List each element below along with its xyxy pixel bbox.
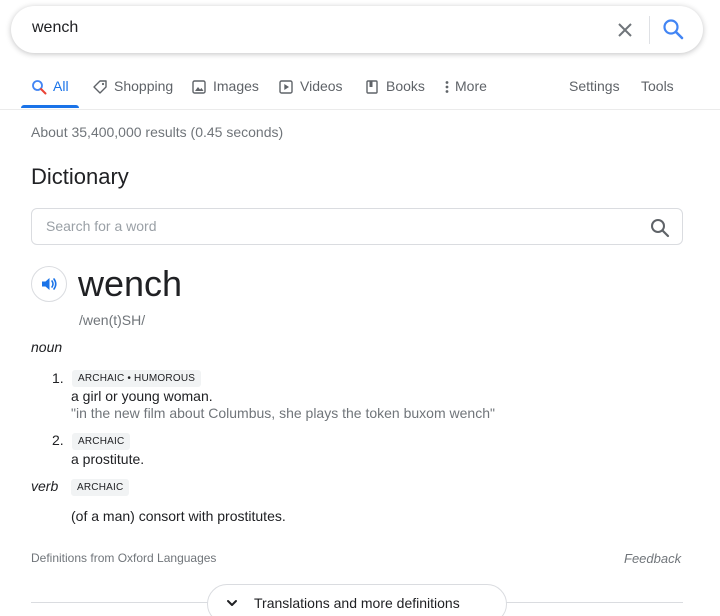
tab-tools[interactable]: Tools	[641, 70, 674, 108]
tab-label: Settings	[569, 78, 620, 94]
tab-more[interactable]: More	[443, 70, 487, 108]
tab-label: Books	[386, 78, 425, 94]
tabs-divider	[0, 109, 720, 110]
more-definitions-button[interactable]: Translations and more definitions	[207, 584, 507, 616]
search-icon[interactable]	[661, 17, 685, 41]
image-icon	[192, 80, 206, 94]
tab-videos[interactable]: Videos	[278, 70, 343, 108]
tab-settings[interactable]: Settings	[569, 70, 620, 108]
more-vert-icon	[445, 81, 449, 93]
definitions-source: Definitions from Oxford Languages	[31, 551, 217, 565]
register-tag: ARCHAIC	[71, 479, 130, 496]
close-icon[interactable]	[613, 18, 637, 42]
part-of-speech-noun: noun	[31, 339, 63, 355]
definition-text: (of a man) consort with prostitutes.	[71, 508, 286, 524]
sense-number: 1.	[52, 370, 64, 386]
tab-images[interactable]: Images	[191, 70, 259, 108]
tag-icon	[93, 80, 107, 94]
play-icon	[279, 80, 293, 94]
book-icon	[366, 80, 378, 94]
tab-label: All	[53, 78, 69, 94]
dictionary-heading: Dictionary	[31, 164, 129, 189]
active-tab-indicator	[21, 105, 79, 108]
tab-shopping[interactable]: Shopping	[92, 70, 173, 108]
search-input[interactable]: wench	[32, 19, 78, 37]
phonetic-spelling: /wen(t)SH/	[79, 312, 146, 328]
dictionary-search-input[interactable]	[46, 218, 606, 234]
more-definitions-label: Translations and more definitions	[254, 595, 460, 611]
definition-text: a girl or young woman.	[71, 388, 213, 404]
result-stats: About 35,400,000 results (0.45 seconds)	[31, 124, 284, 140]
definition-text: a prostitute.	[71, 451, 145, 467]
pronunciation-button[interactable]	[31, 266, 67, 302]
tab-label: Tools	[641, 78, 674, 94]
register-tag: ARCHAIC • HUMOROUS	[72, 370, 202, 387]
tab-label: Shopping	[114, 78, 174, 94]
headword: wench	[78, 263, 183, 304]
feedback-link[interactable]: Feedback	[624, 551, 681, 566]
chevron-down-icon	[227, 600, 237, 606]
dictionary-search-box	[31, 208, 683, 245]
part-of-speech-verb: verb	[31, 478, 59, 494]
search-icon	[32, 80, 47, 95]
tab-label: Images	[213, 78, 259, 94]
sense-number: 2.	[52, 432, 64, 448]
register-tag: ARCHAIC	[72, 433, 131, 450]
tab-all[interactable]: All	[31, 70, 69, 108]
tab-label: More	[455, 78, 487, 94]
tab-books[interactable]: Books	[364, 70, 425, 108]
search-divider	[649, 16, 650, 44]
search-bar: wench	[11, 6, 703, 53]
search-icon[interactable]	[649, 217, 671, 239]
tab-label: Videos	[300, 78, 343, 94]
search-tabs: All Shopping Images Videos Books More Se…	[0, 70, 720, 110]
speaker-icon	[42, 278, 57, 290]
example-sentence: "in the new film about Columbus, she pla…	[71, 405, 495, 421]
